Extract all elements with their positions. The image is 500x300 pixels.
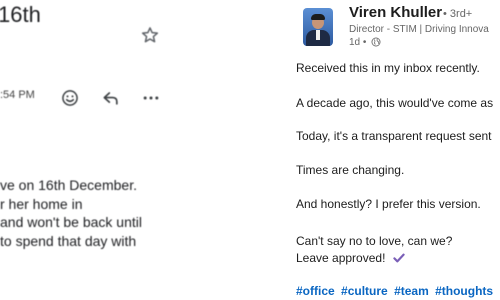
email-body-line: and won't be back until	[0, 214, 142, 230]
hashtags: #office #culture #team #thoughts	[296, 284, 496, 298]
check-icon	[393, 253, 405, 263]
post-time: 1d •	[349, 37, 367, 48]
reply-icon[interactable]	[101, 88, 121, 108]
post-text-line: Can't say no to love, can we?	[296, 234, 453, 248]
email-subject: 16th	[0, 2, 41, 27]
hashtag-office[interactable]: #office	[296, 284, 335, 298]
post-meta: 1d •	[349, 37, 381, 48]
hashtag-thoughts[interactable]: #thoughts	[435, 284, 493, 298]
email-body-line: to spend that day with	[0, 232, 137, 249]
avatar[interactable]	[303, 8, 333, 46]
author-name[interactable]: Viren Khuller	[349, 4, 442, 21]
hashtag-culture[interactable]: #culture	[341, 284, 388, 298]
emoji-icon[interactable]	[60, 88, 80, 108]
author-headline: Director - STIM | Driving Innova	[349, 24, 489, 35]
connection-degree: • 3rd+	[443, 8, 473, 20]
email-body-line: r her home in	[0, 195, 83, 212]
post-text-line: Times are changing.	[296, 163, 405, 177]
post-text: Leave approved!	[296, 251, 386, 265]
email-time: :54 PM	[0, 89, 35, 101]
hashtag-team[interactable]: #team	[394, 284, 429, 298]
post-text-line: Received this in my inbox recently.	[296, 61, 480, 75]
email-body: ve on 16th December. r her home in and w…	[0, 176, 142, 250]
email-panel: 16th :54 PM ve on 16th December. r her h…	[0, 0, 190, 300]
email-body-line: ve on 16th December.	[0, 177, 137, 193]
globe-icon	[371, 37, 381, 47]
linkedin-post: Viren Khuller • 3rd+ Director - STIM | D…	[283, 0, 500, 300]
post-text-line: Today, it's a transparent request sent	[296, 129, 492, 143]
more-icon[interactable]	[141, 88, 161, 108]
post-text-line: And honestly? I prefer this version.	[296, 197, 481, 211]
post-text-line-final: Leave approved!	[296, 251, 405, 265]
post-text-line: A decade ago, this would've come as	[296, 96, 494, 110]
star-icon[interactable]	[140, 25, 160, 45]
